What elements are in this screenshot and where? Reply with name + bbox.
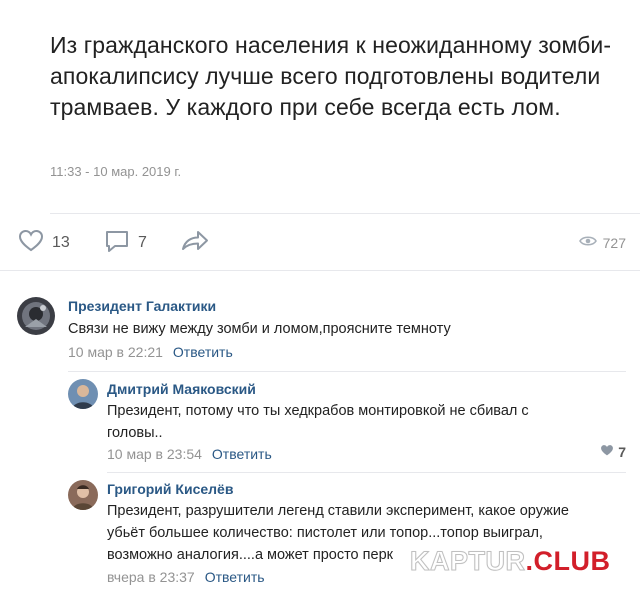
comment-date[interactable]: вчера в 23:37 (107, 569, 195, 585)
reply-button[interactable]: Ответить (212, 446, 272, 462)
comment-avatar[interactable] (17, 297, 55, 335)
share-icon (180, 229, 210, 258)
reply-button[interactable]: Ответить (205, 569, 265, 585)
share-button[interactable] (180, 228, 210, 258)
reply-button[interactable]: Ответить (173, 344, 233, 360)
comment-author[interactable]: Дмитрий Маяковский (107, 381, 256, 397)
comment-button[interactable]: 7 (104, 228, 147, 258)
like-count: 13 (52, 234, 70, 251)
actions-divider (0, 270, 640, 271)
comment-meta: 10 мар в 23:54 Ответить (107, 446, 272, 462)
watermark-text-primary: KAPTUR (410, 546, 526, 577)
post-text: Из гражданского населения к неожиданному… (50, 32, 612, 120)
views-counter: 727 (578, 228, 626, 258)
post-date[interactable]: 11:33 - 10 мар. 2019 г. (50, 164, 181, 179)
comment-like-count: 7 (618, 444, 626, 460)
heart-icon (600, 444, 614, 460)
comment-date[interactable]: 10 мар в 23:54 (107, 446, 202, 462)
comment-divider (107, 472, 626, 473)
post-actions: 13 7 727 (0, 228, 640, 258)
comment-icon (104, 229, 130, 258)
comment-meta: вчера в 23:37 Ответить (107, 569, 265, 585)
comment-like-button[interactable]: 7 (600, 444, 626, 460)
heart-icon (18, 229, 44, 258)
comment-divider (68, 371, 626, 372)
watermark-text-accent: .CLUB (525, 546, 611, 576)
comment-text: Президент, потому что ты хедкрабов монти… (107, 403, 529, 441)
comment-avatar[interactable] (68, 379, 98, 409)
comment-author[interactable]: Президент Галактики (68, 298, 216, 314)
comment-meta: 10 мар в 22:21 Ответить (68, 344, 233, 360)
like-button[interactable]: 13 (18, 228, 70, 258)
comment-author[interactable]: Григорий Киселёв (107, 481, 233, 497)
views-count: 727 (602, 235, 626, 251)
comment-avatar[interactable] (68, 480, 98, 510)
post-divider (50, 213, 640, 214)
comment-text: Связи не вижу между зомби и ломом,проясн… (68, 321, 451, 337)
eye-icon (578, 234, 597, 252)
watermark-logo: KAPTUR.CLUB (410, 546, 611, 577)
comment-count: 7 (138, 234, 147, 251)
comment-date[interactable]: 10 мар в 22:21 (68, 344, 163, 360)
